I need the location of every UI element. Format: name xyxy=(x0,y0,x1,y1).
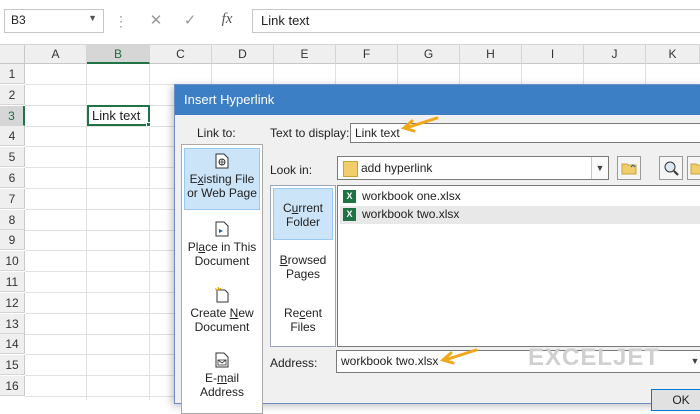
look-in-label: Look in: xyxy=(270,163,312,177)
tab-current-folder-label: Current Folder xyxy=(283,201,323,229)
exceljet-watermark: EXCELJET xyxy=(528,344,660,372)
row-header-9[interactable]: 9 xyxy=(0,230,25,250)
folder-up-icon xyxy=(621,161,637,175)
row-header-3[interactable]: 3 xyxy=(0,106,25,126)
cancel-icon[interactable]: ✕ xyxy=(147,11,165,31)
formula-bar: B3 ▼ ⋮ ✕ ✓ fx Link text xyxy=(0,0,700,44)
ok-button[interactable]: OK xyxy=(651,389,700,411)
look-in-value: add hyperlink xyxy=(361,161,432,175)
column-header-f[interactable]: F xyxy=(336,45,398,64)
link-to-place-in-document[interactable]: Place in This Document xyxy=(184,217,260,277)
row-header-5[interactable]: 5 xyxy=(0,147,25,167)
new-document-icon xyxy=(215,287,229,303)
file-name: workbook two.xlsx xyxy=(362,207,459,221)
name-box[interactable]: B3 ▼ xyxy=(4,9,104,33)
chevron-down-icon[interactable]: ▼ xyxy=(591,157,608,179)
file-list: X workbook one.xlsx X workbook two.xlsx xyxy=(337,185,700,347)
row-header-8[interactable]: 8 xyxy=(0,210,25,230)
side-tabs: Current Folder Browsed Pages Recent File… xyxy=(270,185,336,347)
excel-file-icon: X xyxy=(343,190,356,203)
row-header-16[interactable]: 16 xyxy=(0,376,25,396)
email-icon xyxy=(215,352,229,368)
row-header-10[interactable]: 10 xyxy=(0,251,25,271)
chevron-down-icon[interactable]: ▼ xyxy=(88,13,97,23)
row-header-14[interactable]: 14 xyxy=(0,334,25,354)
link-to-existing-file-label: Existing File or Web Page xyxy=(187,172,257,200)
dialog-title: Insert Hyperlink xyxy=(175,85,700,115)
column-header-i[interactable]: I xyxy=(522,45,584,64)
folder-icon xyxy=(690,161,700,175)
text-to-display-label: Text to display: xyxy=(270,126,349,140)
chevron-down-icon[interactable]: ▼ xyxy=(687,351,700,372)
existing-file-icon xyxy=(215,153,229,169)
folder-icon xyxy=(343,161,358,177)
row-header-6[interactable]: 6 xyxy=(0,168,25,188)
link-to-panel: Existing File or Web Page Place in This … xyxy=(181,144,263,414)
name-box-value: B3 xyxy=(11,13,26,27)
text-to-display-input[interactable]: Link text xyxy=(350,123,700,143)
fx-icon[interactable]: fx xyxy=(218,11,236,31)
fill-handle[interactable] xyxy=(146,122,151,127)
column-header-a[interactable]: A xyxy=(25,45,87,64)
column-header-j[interactable]: J xyxy=(584,45,646,64)
row-header-7[interactable]: 7 xyxy=(0,189,25,209)
browse-file-button[interactable] xyxy=(687,156,700,180)
column-header-d[interactable]: D xyxy=(212,45,274,64)
link-to-email-address[interactable]: E-mail Address xyxy=(184,348,260,408)
row-header-2[interactable]: 2 xyxy=(0,85,25,105)
insert-hyperlink-dialog: Insert Hyperlink Link to: Existing File … xyxy=(174,84,700,404)
row-header-4[interactable]: 4 xyxy=(0,126,25,146)
link-to-existing-file[interactable]: Existing File or Web Page xyxy=(184,148,260,210)
enter-icon[interactable]: ✓ xyxy=(181,11,199,31)
link-to-label: Link to: xyxy=(197,126,236,140)
select-all-corner[interactable] xyxy=(0,45,25,64)
column-header-g[interactable]: G xyxy=(398,45,460,64)
file-name: workbook one.xlsx xyxy=(362,189,461,203)
row-header-13[interactable]: 13 xyxy=(0,314,25,334)
browse-web-button[interactable] xyxy=(659,156,683,180)
row-header-1[interactable]: 1 xyxy=(0,64,25,84)
tab-recent-files-label: Recent Files xyxy=(284,306,322,334)
tab-browsed-pages[interactable]: Browsed Pages xyxy=(273,245,333,293)
search-web-icon xyxy=(663,160,679,176)
tab-current-folder[interactable]: Current Folder xyxy=(273,188,333,240)
column-header-h[interactable]: H xyxy=(460,45,522,64)
address-label: Address: xyxy=(270,356,317,370)
place-in-document-icon xyxy=(215,221,229,237)
column-header-b[interactable]: B xyxy=(87,45,150,64)
link-to-email-label: E-mail Address xyxy=(200,371,244,399)
column-header-c[interactable]: C xyxy=(150,45,212,64)
tab-recent-files[interactable]: Recent Files xyxy=(273,298,333,346)
excel-file-icon: X xyxy=(343,208,356,221)
row-header-11[interactable]: 11 xyxy=(0,272,25,292)
tab-browsed-pages-label: Browsed Pages xyxy=(280,253,327,281)
file-item[interactable]: X workbook two.xlsx xyxy=(340,206,700,224)
cell-b3[interactable]: Link text xyxy=(87,105,150,126)
link-to-new-document[interactable]: Create New Document xyxy=(184,283,260,343)
up-folder-button[interactable] xyxy=(617,156,641,180)
look-in-select[interactable]: add hyperlink ▼ xyxy=(337,156,609,180)
formula-input[interactable]: Link text xyxy=(252,9,700,33)
link-to-new-document-label: Create New Document xyxy=(190,306,253,334)
column-header-k[interactable]: K xyxy=(646,45,700,64)
column-header-e[interactable]: E xyxy=(274,45,336,64)
drag-handle-icon[interactable]: ⋮ xyxy=(114,13,130,29)
link-to-place-label: Place in This Document xyxy=(188,240,257,268)
column-headers: ABCDEFGHIJK xyxy=(0,44,700,64)
file-item[interactable]: X workbook one.xlsx xyxy=(340,188,700,206)
row-header-15[interactable]: 15 xyxy=(0,355,25,375)
row-header-12[interactable]: 12 xyxy=(0,293,25,313)
